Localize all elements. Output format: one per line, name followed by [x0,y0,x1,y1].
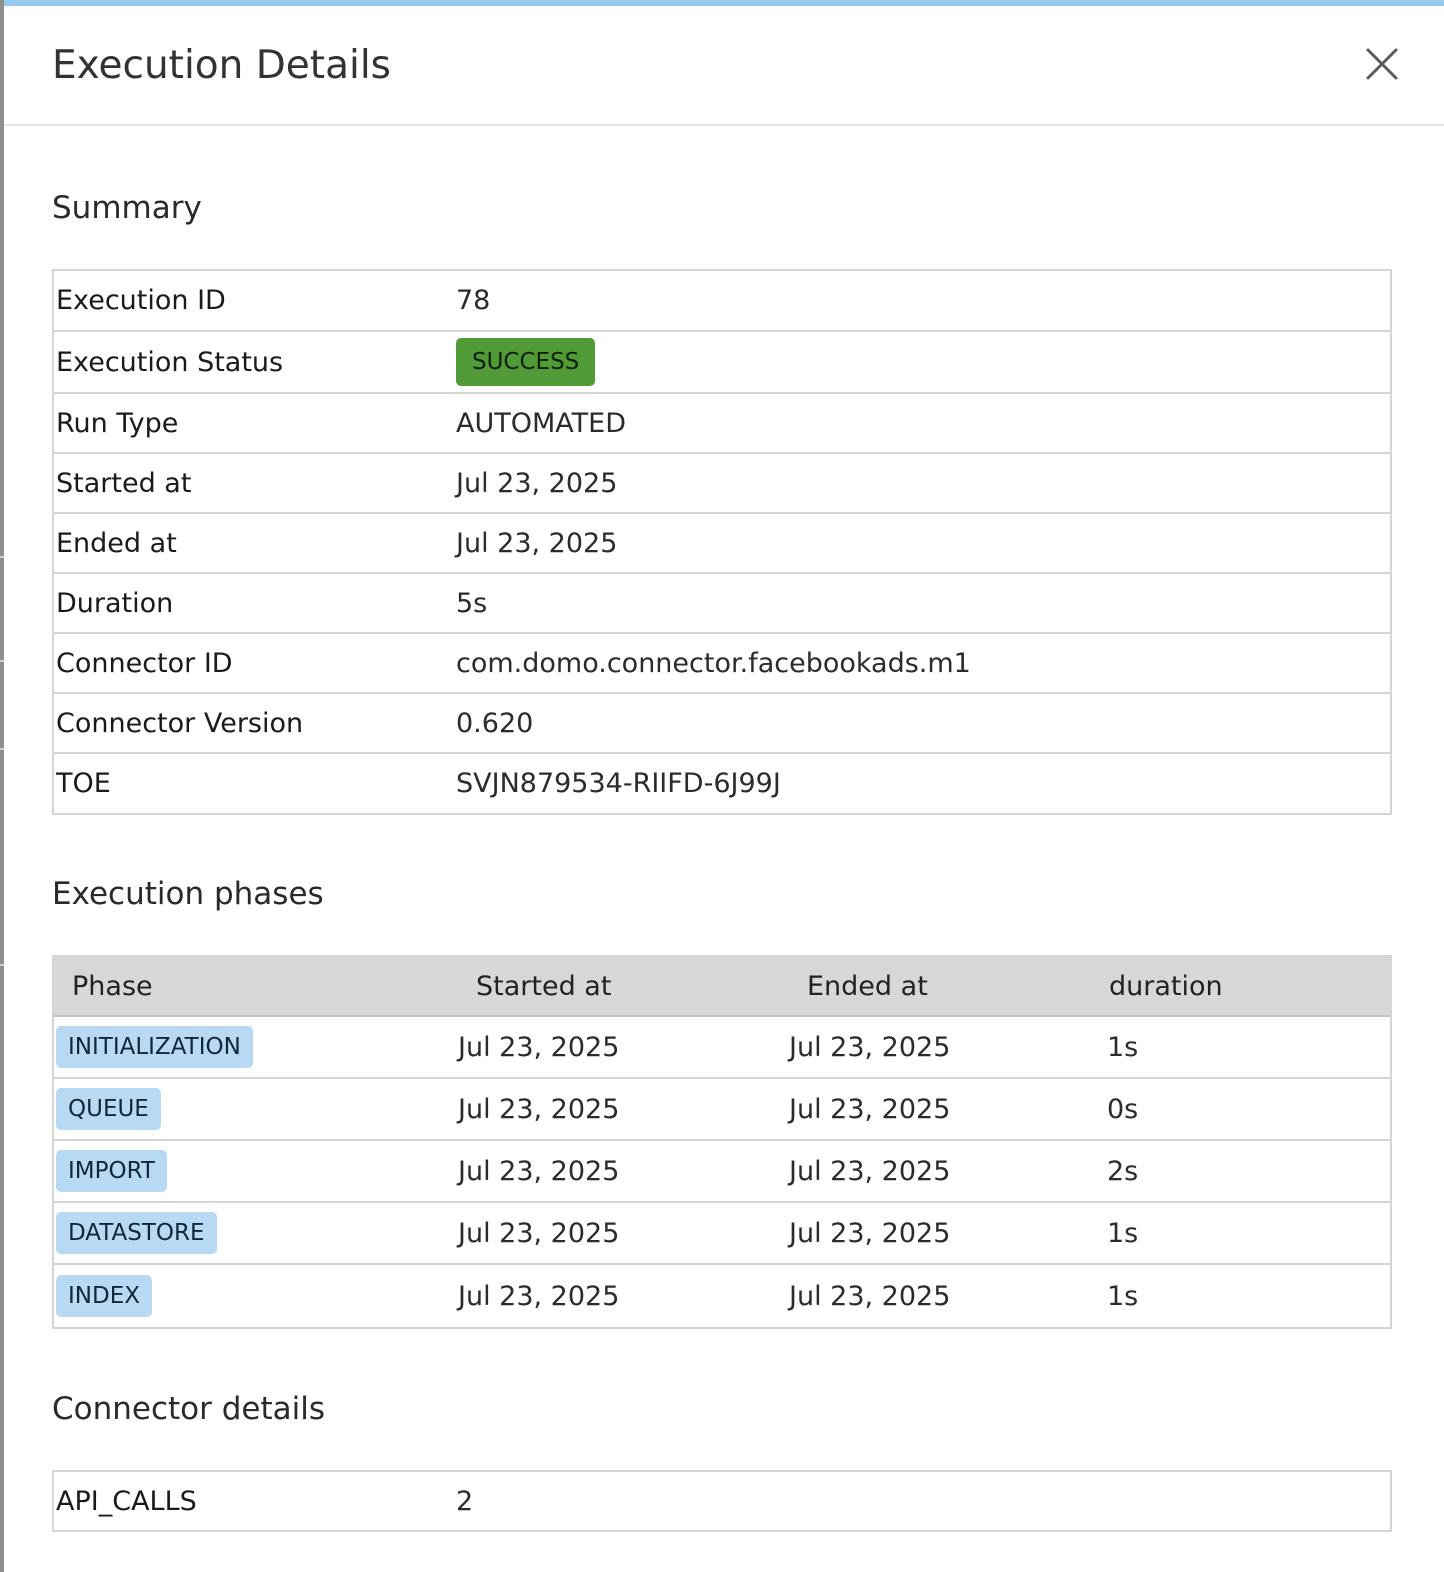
started-cell: Jul 23, 2025 [458,1093,620,1125]
ended-cell: Jul 23, 2025 [789,1155,951,1187]
row-label: Ended at [56,527,177,559]
row-value: SVJN879534-RIIFD-6J99J [456,768,781,799]
table-row: QUEUE Jul 23, 2025 Jul 23, 2025 0s [54,1079,1390,1141]
table-row: Started at Jul 23, 2025 [54,454,1390,514]
table-row: API_CALLS 2 [54,1472,1390,1530]
summary-table: Execution ID 78 Execution Status SUCCESS… [52,269,1392,815]
duration-cell: 0s [1107,1093,1139,1125]
phase-badge: QUEUE [56,1088,161,1130]
row-value: AUTOMATED [456,407,626,439]
row-label: Connector ID [56,647,233,679]
phase-cell: INITIALIZATION [54,1026,458,1068]
connector-details-table: API_CALLS 2 [52,1470,1392,1532]
background-divider [0,964,4,966]
table-row: Connector ID com.domo.connector.facebook… [54,634,1390,694]
row-value: 0.620 [456,707,534,739]
table-row: Execution Status SUCCESS [54,332,1390,394]
phase-badge: INITIALIZATION [56,1026,253,1068]
ended-cell: Jul 23, 2025 [789,1031,951,1063]
row-label: Execution ID [56,285,226,316]
phase-badge: IMPORT [56,1150,167,1192]
row-label: Execution Status [56,346,284,378]
summary-title: Summary [52,190,202,226]
started-cell: Jul 23, 2025 [458,1217,620,1249]
dialog-title: Execution Details [52,43,391,88]
background-divider [0,748,4,750]
dialog-header: Execution Details [4,6,1444,126]
connector-details-title: Connector details [52,1391,326,1427]
background-divider [0,660,4,662]
table-row: INITIALIZATION Jul 23, 2025 Jul 23, 2025… [54,1017,1390,1079]
column-header-duration: duration [1109,970,1223,1002]
phase-badge: DATASTORE [56,1212,217,1254]
duration-cell: 1s [1107,1217,1139,1249]
row-value: 78 [456,285,491,316]
duration-cell: 1s [1107,1280,1139,1312]
table-row: Duration 5s [54,574,1390,634]
table-row: Ended at Jul 23, 2025 [54,514,1390,574]
row-label: Started at [56,467,192,499]
row-label: Run Type [56,407,179,439]
phase-cell: QUEUE [54,1088,458,1130]
phase-badge: INDEX [56,1275,152,1317]
phases-table: Phase Started at Ended at duration INITI… [52,955,1392,1329]
table-row: DATASTORE Jul 23, 2025 Jul 23, 2025 1s [54,1203,1390,1265]
background-panel-edge [0,0,4,1572]
row-value: Jul 23, 2025 [456,467,618,499]
started-cell: Jul 23, 2025 [458,1031,620,1063]
row-label: Connector Version [56,707,304,739]
status-badge: SUCCESS [456,338,596,386]
started-cell: Jul 23, 2025 [458,1280,620,1312]
row-label: API_CALLS [56,1485,197,1517]
started-cell: Jul 23, 2025 [458,1155,620,1187]
table-row: TOE SVJN879534-RIIFD-6J99J [54,754,1390,813]
ended-cell: Jul 23, 2025 [789,1280,951,1312]
column-header-phase: Phase [72,970,153,1002]
phase-cell: INDEX [54,1275,458,1317]
row-label: TOE [56,768,111,799]
close-button[interactable] [1360,42,1404,86]
phase-cell: IMPORT [54,1150,458,1192]
table-row: IMPORT Jul 23, 2025 Jul 23, 2025 2s [54,1141,1390,1203]
duration-cell: 1s [1107,1031,1139,1063]
column-header-ended: Ended at [807,970,928,1002]
close-icon [1366,48,1398,80]
table-row: Execution ID 78 [54,271,1390,332]
phases-title: Execution phases [52,876,324,912]
row-value: 5s [456,587,488,619]
table-row: Connector Version 0.620 [54,694,1390,754]
phase-cell: DATASTORE [54,1212,458,1254]
column-header-started: Started at [476,970,612,1002]
ended-cell: Jul 23, 2025 [789,1217,951,1249]
row-label: Duration [56,587,174,619]
table-row: INDEX Jul 23, 2025 Jul 23, 2025 1s [54,1265,1390,1327]
row-value: SUCCESS [456,338,596,386]
table-row: Run Type AUTOMATED [54,394,1390,454]
row-value: Jul 23, 2025 [456,527,618,559]
background-divider [0,556,4,558]
table-header: Phase Started at Ended at duration [54,957,1390,1017]
duration-cell: 2s [1107,1155,1139,1187]
ended-cell: Jul 23, 2025 [789,1093,951,1125]
row-value: 2 [456,1485,474,1517]
row-value: com.domo.connector.facebookads.m1 [456,647,971,679]
